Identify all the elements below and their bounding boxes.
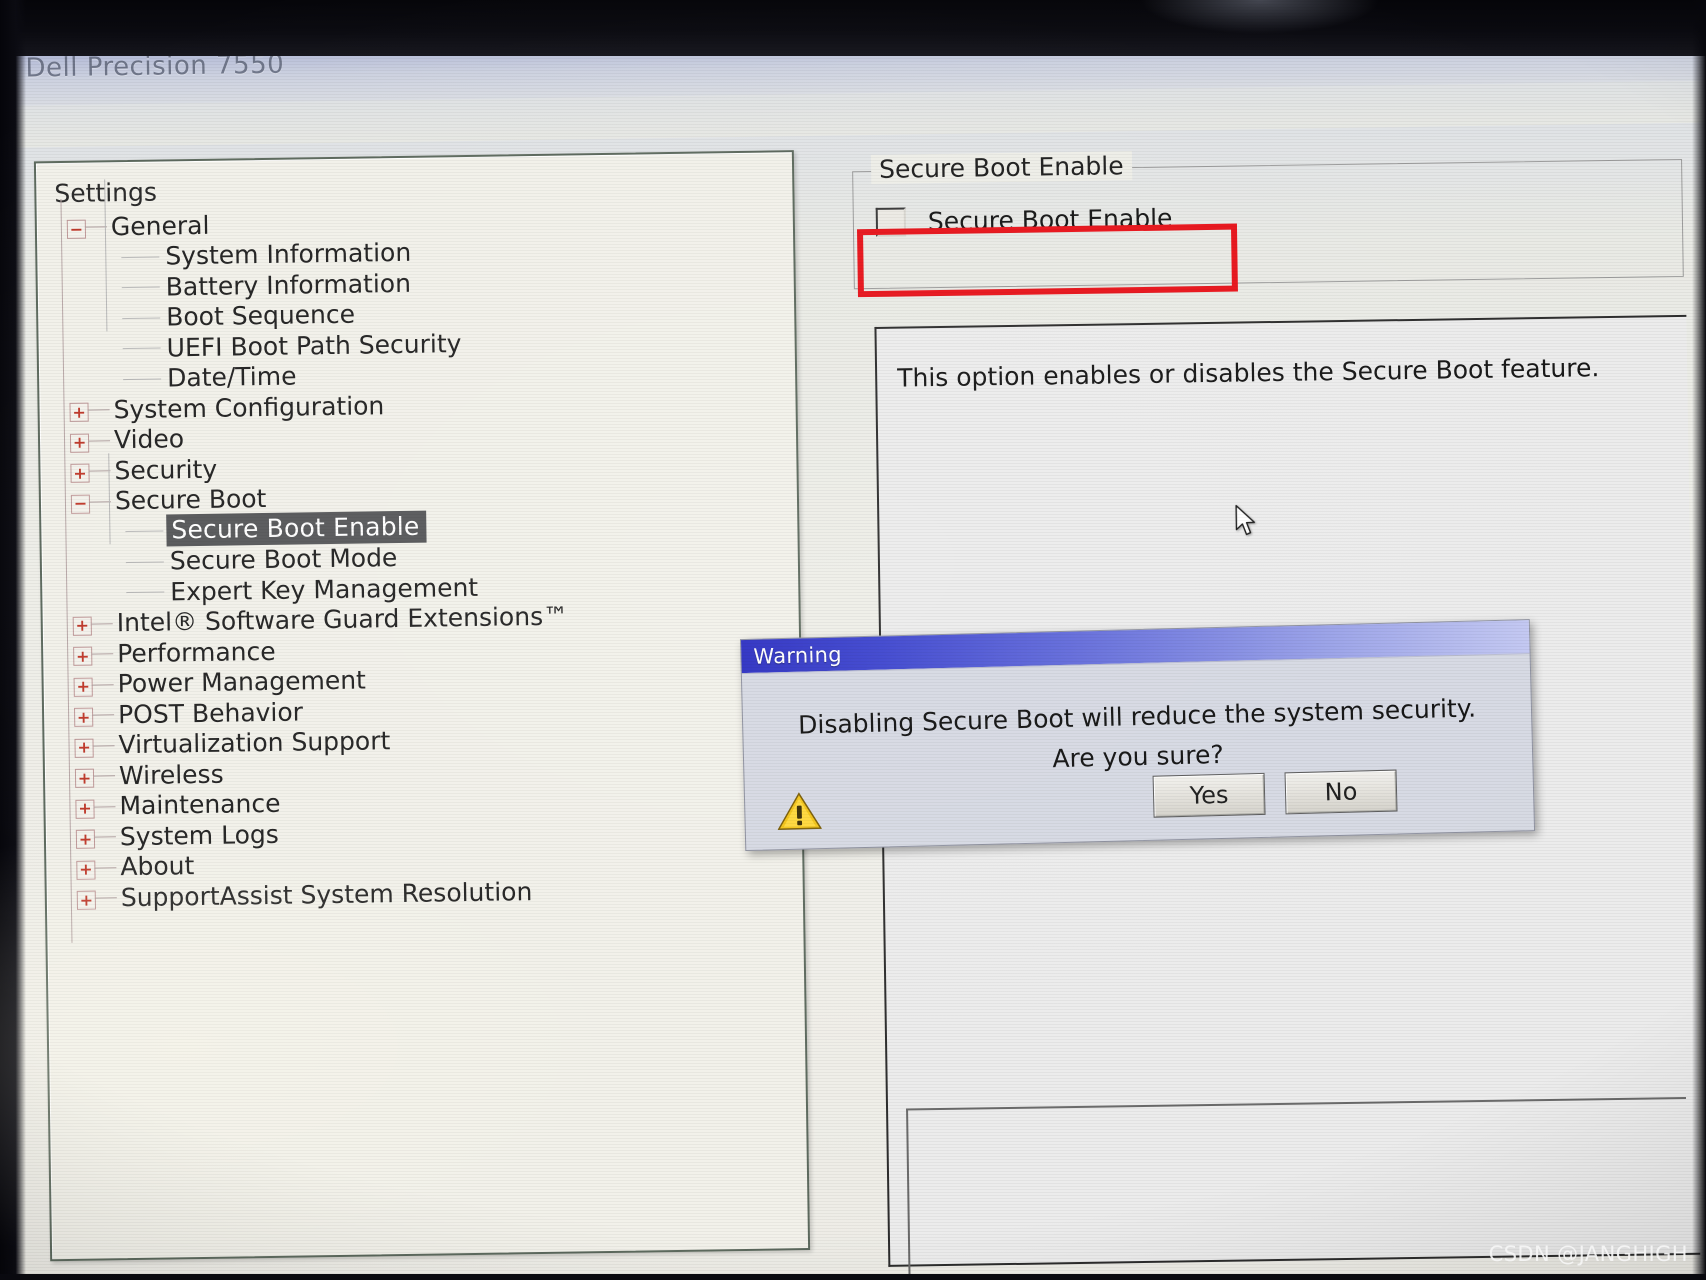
- tree-connector: [92, 714, 115, 716]
- warning-dialog[interactable]: Warning Disabling Secure Boot will reduc…: [739, 619, 1536, 852]
- tree-item-label: Battery Information: [165, 268, 412, 302]
- laptop-bezel-right: [1692, 0, 1706, 1280]
- tree-connector: [122, 317, 161, 319]
- tree-item-label: SupportAssist System Resolution: [120, 876, 533, 912]
- settings-tree: Settings − General System Information Batte…: [36, 152, 803, 943]
- tree-toggle-intel-software-guard-extensions[interactable]: +: [72, 616, 92, 636]
- tree-toggle-maintenance[interactable]: +: [75, 799, 95, 819]
- tree-toggle-security[interactable]: +: [70, 463, 90, 483]
- tree-connector: [88, 470, 111, 472]
- tree-connector: [121, 256, 160, 258]
- tree-toggle-performance[interactable]: +: [73, 646, 93, 666]
- tree-toggle-post-behavior[interactable]: +: [74, 707, 94, 727]
- warning-dialog-buttons: Yes No: [1152, 769, 1398, 818]
- secure-boot-enable-label: Secure Boot Enable: [927, 203, 1173, 237]
- warning-message-line1: Disabling Secure Boot will reduce the sy…: [797, 693, 1477, 740]
- tree-item-label: Virtualization Support: [118, 726, 391, 760]
- tree-connector: [90, 622, 113, 625]
- tree-item-label: Security: [114, 454, 218, 485]
- yes-button[interactable]: Yes: [1152, 772, 1266, 818]
- warning-dialog-body: Disabling Secure Boot will reduce the sy…: [742, 654, 1534, 851]
- no-button[interactable]: No: [1284, 769, 1398, 815]
- tree-item-label: Video: [113, 424, 185, 455]
- tree-connector: [125, 561, 164, 563]
- tree-connector: [122, 347, 161, 350]
- tree-connector: [126, 591, 165, 594]
- bios-setup-screen: Dell Precision 7550 Settings − General Sys…: [0, 8, 1706, 1280]
- groupbox-title: Secure Boot Enable: [870, 151, 1132, 184]
- watermark: CSDN @JANGHIGH: [1488, 1242, 1688, 1266]
- bezel-highlight: [1140, 0, 1380, 34]
- tree-item-label: System Information: [165, 238, 412, 271]
- tree-item-label: Boot Sequence: [166, 299, 356, 332]
- tree-item-label: Secure Boot Enable: [166, 510, 427, 547]
- warning-dialog-title: Warning: [753, 642, 843, 669]
- tree-item-label: UEFI Boot Path Security: [166, 328, 462, 363]
- tree-item-label: General: [110, 210, 210, 242]
- tree-item-label: Maintenance: [119, 789, 281, 821]
- laptop-bezel-left: [0, 0, 26, 1280]
- tree-connector: [93, 805, 116, 808]
- tree-connector: [87, 409, 110, 411]
- laptop-screen-photo: Dell Precision 7550 Settings − General Sys…: [0, 0, 1706, 1280]
- mouse-cursor-icon: [1235, 504, 1256, 536]
- secure-boot-enable-groupbox: Secure Boot Enable Secure Boot Enable: [852, 151, 1684, 290]
- description-text: This option enables or disables the Secu…: [896, 353, 1600, 393]
- tree-connector: [94, 897, 117, 899]
- tree-toggle-virtualization-support[interactable]: +: [74, 738, 94, 758]
- tree-connector: [91, 683, 114, 686]
- tree-connector: [125, 530, 164, 533]
- tree-connector: [94, 866, 117, 869]
- tree-item-label: System Logs: [119, 819, 279, 851]
- secure-boot-enable-row[interactable]: Secure Boot Enable: [875, 203, 1173, 237]
- tree-connector: [121, 286, 160, 289]
- settings-tree-panel[interactable]: Settings − General System Information Batte…: [33, 150, 811, 1262]
- tree-toggle-general[interactable]: −: [66, 219, 87, 239]
- tree-connector: [88, 439, 111, 442]
- tree-item-label: Performance: [116, 636, 276, 668]
- tree-connector: [93, 836, 116, 838]
- tree-item-label: Wireless: [118, 759, 224, 790]
- secure-boot-enable-checkbox[interactable]: [875, 207, 907, 237]
- tree-toggle-wireless[interactable]: +: [74, 768, 95, 788]
- tree-node-list: − General System Information Battery Inform…: [53, 178, 803, 913]
- warning-message-line2: Are you sure?: [1052, 739, 1225, 774]
- laptop-bezel-top: [0, 0, 1706, 56]
- screen-warp: Dell Precision 7550 Settings − General Sys…: [0, 8, 1706, 1280]
- tree-toggle-supportassist-system-resolution[interactable]: +: [76, 890, 97, 910]
- tree-item-label: System Configuration: [113, 390, 385, 424]
- warning-triangle-icon: [777, 792, 822, 830]
- tree-connector: [88, 500, 111, 503]
- tree-toggle-power-management[interactable]: +: [73, 677, 93, 697]
- tree-toggle-secure-boot[interactable]: −: [70, 494, 91, 514]
- tree-connector: [84, 226, 107, 228]
- tree-item-label: About: [120, 851, 195, 882]
- tree-item-label: Secure Boot Mode: [169, 543, 398, 576]
- tree-toggle-system-configuration[interactable]: +: [69, 402, 89, 422]
- tree-item-label: Date/Time: [166, 361, 297, 393]
- tree-toggle-about[interactable]: +: [76, 860, 96, 880]
- tree-item-label: POST Behavior: [117, 697, 304, 729]
- tree-toggle-system-logs[interactable]: +: [75, 829, 96, 849]
- tree-connector: [123, 378, 162, 380]
- tree-connector: [93, 775, 116, 777]
- tree-toggle-video[interactable]: +: [69, 433, 90, 453]
- tree-item-label: Secure Boot: [114, 484, 267, 516]
- tree-connector: [92, 744, 115, 747]
- tree-item-label: Power Management: [117, 665, 367, 699]
- laptop-bezel-bottom: [0, 1274, 1706, 1280]
- tree-connector: [91, 653, 114, 655]
- tree-item-label: Expert Key Management: [170, 572, 479, 607]
